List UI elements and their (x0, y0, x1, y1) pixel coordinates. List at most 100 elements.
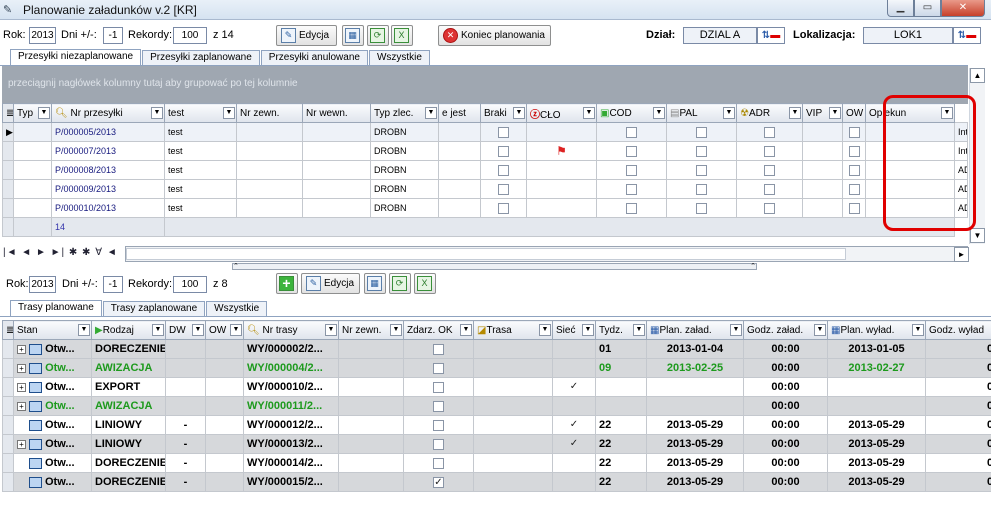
cod-checkbox[interactable] (626, 183, 637, 195)
table-row[interactable]: P/000010/2013 test DROBN ADMIN (2, 198, 968, 218)
excel-export-button-2[interactable]: X (414, 273, 436, 294)
table-row[interactable]: P/000009/2013 test DROBN ADMIN (2, 179, 968, 199)
braki-checkbox[interactable] (498, 126, 509, 138)
pal-checkbox[interactable] (696, 145, 707, 157)
col-braki[interactable]: Braki ▼ (480, 103, 527, 123)
cod-checkbox[interactable] (626, 202, 637, 214)
col-nr-wewn[interactable]: Nr wewn. (302, 103, 371, 123)
ow-checkbox[interactable] (848, 145, 860, 157)
col-trasa[interactable]: ◪Trasa ▼ (473, 320, 553, 340)
col-nr-zewn-2[interactable]: Nr zewn. ▼ (338, 320, 404, 340)
expand-toggle[interactable]: + (17, 344, 26, 354)
table-row[interactable]: P/000008/2013 test DROBN ADMIN (2, 160, 968, 180)
col-clo[interactable]: ⓩCŁO ▼ (526, 103, 597, 123)
cod-checkbox[interactable] (626, 164, 637, 176)
grid-view-button[interactable]: ▦ (342, 25, 364, 46)
zdarz-ok-checkbox[interactable] (433, 343, 444, 355)
rok-input-2[interactable]: 2013 (29, 276, 56, 293)
col-ow-2[interactable]: OW ▼ (205, 320, 244, 340)
adr-checkbox[interactable] (764, 202, 775, 214)
table-row[interactable]: ▶ P/000005/2013 test DROBN InterLAN (ser… (2, 122, 968, 142)
table-row[interactable]: Otw... LINIOWY - WY/000012/2... ✓ 22 2013-05-2… (2, 415, 991, 435)
ow-checkbox[interactable] (848, 202, 860, 214)
ow-checkbox[interactable] (848, 164, 860, 176)
pal-checkbox[interactable] (696, 183, 707, 195)
siec-checkbox[interactable] (569, 458, 580, 469)
col-ow[interactable]: OW (842, 103, 866, 123)
tab-trasy-planowane[interactable]: Trasy planowane (10, 300, 102, 317)
col-siec[interactable]: Sieć ▼ (552, 320, 596, 340)
braki-checkbox[interactable] (498, 145, 509, 157)
siec-checkbox[interactable] (569, 344, 580, 355)
group-by-area[interactable]: przeciągnij nagłówek kolumny tutaj aby g… (2, 66, 968, 104)
expand-toggle[interactable]: + (17, 439, 26, 449)
col-test[interactable]: test ▼ (164, 103, 237, 123)
braki-checkbox[interactable] (498, 164, 509, 176)
col-typ-zlec[interactable]: Typ zlec. ▼ (370, 103, 439, 123)
pal-checkbox[interactable] (696, 126, 707, 138)
zdarz-ok-checkbox[interactable] (433, 419, 444, 431)
tab-wszystkie[interactable]: Wszystkie (368, 50, 430, 66)
rok-input[interactable]: 2013 (29, 27, 56, 44)
minimize-button[interactable]: ▁ (887, 0, 914, 17)
lokalizacja-clear-button[interactable]: ⇅▬ (953, 27, 981, 44)
expand-toggle[interactable]: + (17, 401, 26, 411)
table-row[interactable]: P/000007/2013 test DROBN ⚑ InterLAN (ser… (2, 141, 968, 161)
tab-trasy-zaplanowane[interactable]: Trasy zaplanowane (102, 301, 206, 317)
col-adr[interactable]: ☢ADR ▼ (736, 103, 803, 123)
record-navigator[interactable]: |◄ ◄ ► ►| ✱ ✱ ∀ ◄ (3, 247, 118, 261)
edycja-button[interactable]: ✎ Edycja (276, 25, 337, 46)
edycja-button-2[interactable]: ✎ Edycja (301, 273, 360, 294)
lokalizacja-select[interactable]: LOK1 (863, 27, 953, 44)
hscroll-thumb[interactable] (126, 248, 846, 260)
zdarz-ok-checkbox[interactable] (433, 400, 444, 412)
grid-view-button-2[interactable]: ▦ (364, 273, 386, 294)
braki-checkbox[interactable] (498, 183, 509, 195)
row-selector-header[interactable]: ≣ (2, 103, 14, 123)
table-row[interactable]: Otw... DORECZENIE - WY/000015/2... ✓ 22 2013-0… (2, 472, 991, 492)
adr-checkbox[interactable] (764, 145, 775, 157)
col-dw[interactable]: DW ▼ (165, 320, 206, 340)
excel-export-button[interactable]: X (391, 25, 413, 46)
panel-splitter[interactable]: ⌃ ⌃ (232, 263, 757, 270)
col-nr-trasy[interactable]: 🔍︎ Nr trasy ▼ (243, 320, 339, 340)
table-row[interactable]: + Otw... AWIZACJA WY/000004/2... 09 2013-02-… (2, 358, 991, 378)
refresh-button[interactable]: ⟳ (367, 25, 389, 46)
tab-niezaplanowane[interactable]: Przesyłki niezaplanowane (10, 49, 142, 66)
maximize-button[interactable]: ▭ (914, 0, 941, 17)
col-plan-zalad[interactable]: ▦Plan. załad. ▼ (646, 320, 744, 340)
col-plan-wylad[interactable]: ▦Plan. wyład. ▼ (827, 320, 926, 340)
col-rodzaj[interactable]: ▶Rodzaj ▼ (91, 320, 166, 340)
dni-input[interactable]: -1 (103, 27, 123, 44)
zdarz-ok-checkbox[interactable]: ✓ (433, 476, 444, 488)
table-row[interactable]: + Otw...EXPORTWY/000010/2...✓00:0000:0 (2, 377, 991, 397)
tab-trasy-wszystkie[interactable]: Wszystkie (206, 301, 268, 317)
ow-checkbox[interactable] (848, 183, 860, 195)
zdarz-ok-checkbox[interactable] (433, 381, 444, 393)
table-row[interactable]: + Otw... LINIOWY - WY/000013/2... ✓ 22 2013-05… (2, 434, 991, 454)
siec-checkbox[interactable] (569, 363, 580, 374)
braki-checkbox[interactable] (498, 202, 509, 214)
col-godz-zalad[interactable]: Godz. załad. ▼ (743, 320, 828, 340)
refresh-button-2[interactable]: ⟳ (389, 273, 411, 294)
row-selector-header-2[interactable]: ≣ (2, 320, 14, 340)
dni-input-2[interactable]: -1 (103, 276, 123, 293)
pal-checkbox[interactable] (696, 164, 707, 176)
col-zdarz-ok[interactable]: Zdarz. OK ▼ (403, 320, 474, 340)
adr-checkbox[interactable] (764, 183, 775, 195)
siec-checkbox[interactable]: ✓ (569, 419, 580, 431)
tab-zaplanowane[interactable]: Przesyłki zaplanowane (142, 50, 260, 66)
dzial-clear-button[interactable]: ⇅▬ (757, 27, 785, 44)
table-row[interactable]: + Otw... DORECZENIE WY/000002/2... 01 2013-0… (2, 339, 991, 359)
zdarz-ok-checkbox[interactable] (433, 438, 444, 450)
col-pal[interactable]: ▤PAL ▼ (666, 103, 737, 123)
ow-checkbox[interactable] (848, 126, 860, 138)
scroll-down-button[interactable]: ▼ (970, 228, 985, 243)
col-nr-przesylki[interactable]: 🔍︎ Nr przesyłki ▼ (51, 103, 165, 123)
siec-checkbox[interactable]: ✓ (569, 438, 580, 450)
col-tydz[interactable]: Tydz. ▼ (595, 320, 647, 340)
koniec-planowania-button[interactable]: ✕ Koniec planowania (438, 25, 551, 46)
add-route-button[interactable]: + (276, 273, 298, 294)
col-vip[interactable]: VIP ▼ (802, 103, 843, 123)
cod-checkbox[interactable] (626, 126, 637, 138)
